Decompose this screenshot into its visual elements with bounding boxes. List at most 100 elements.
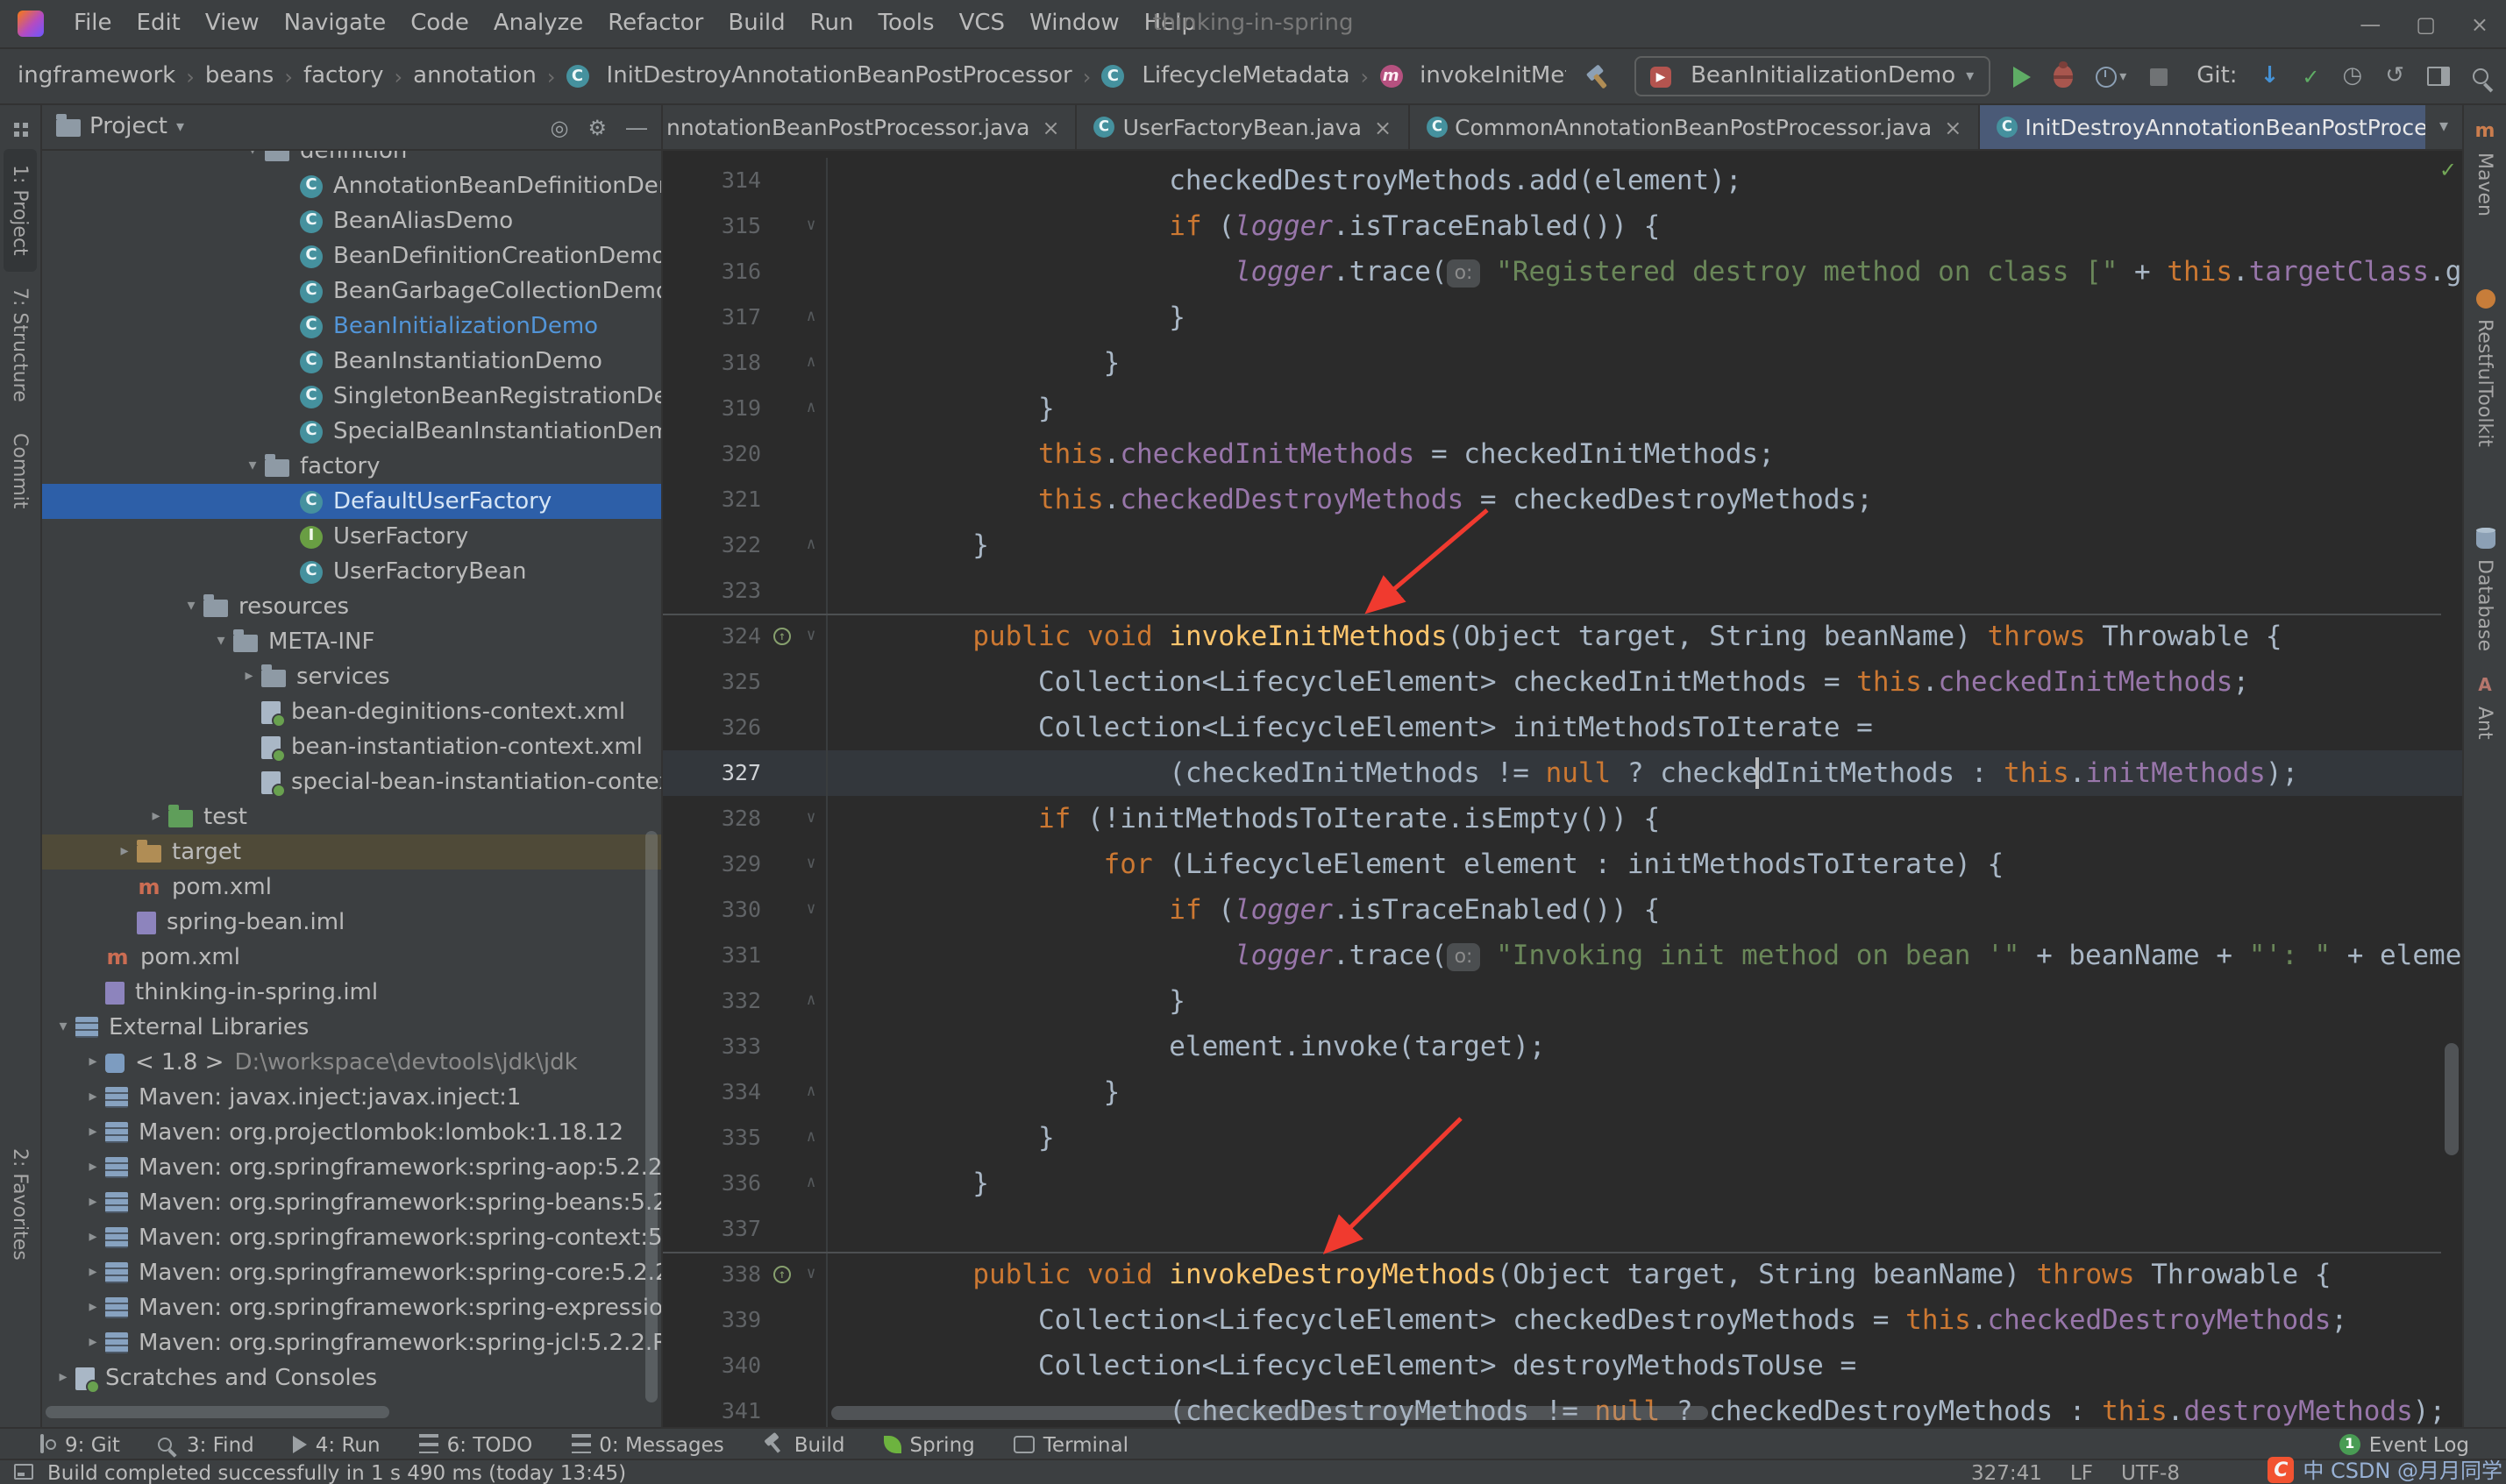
toolwindow-button-9-git[interactable]: 9: Git (14, 1431, 139, 1456)
editor-tab-initdestroyannotationbeanpostprocessor-java[interactable]: CInitDestroyAnnotationBeanPostProcessor.… (1979, 105, 2425, 149)
tree-item-definition[interactable]: ▾definition (42, 151, 661, 168)
code-line-327[interactable]: 327 (checkedInitMethods != null ? checke… (663, 750, 2462, 796)
tree-item-singletonbeanregistrationdemo[interactable]: CSingletonBeanRegistrationDemo (42, 379, 661, 414)
toolwindow-button-4-run[interactable]: 4: Run (274, 1431, 400, 1456)
line-number[interactable]: 337 (663, 1206, 768, 1252)
maximize-button[interactable]: ▢ (2416, 11, 2436, 36)
tree-chevron[interactable]: ▸ (81, 1089, 105, 1106)
tree-chevron[interactable]: ▸ (81, 1299, 105, 1317)
fold-marker[interactable]: ∨ (796, 203, 828, 249)
menu-vcs[interactable]: VCS (947, 9, 1017, 39)
code-line-314[interactable]: 314 checkedDestroyMethods.add(element); (663, 158, 2462, 203)
code-line-319[interactable]: 319∧ } (663, 386, 2462, 431)
code-line-340[interactable]: 340 Collection<LifecycleElement> destroy… (663, 1343, 2462, 1388)
line-number[interactable]: 317 (663, 295, 768, 340)
tool-button-2-favorites[interactable]: 2: Favorites (4, 1133, 37, 1276)
code-line-330[interactable]: 330∨ if (logger.isTraceEnabled()) { (663, 887, 2462, 933)
fold-marker[interactable]: ∨ (796, 614, 828, 659)
tree-chevron[interactable]: ▾ (209, 633, 233, 650)
tree-item-scratches-and-consoles[interactable]: ▸Scratches and Consoles (42, 1360, 661, 1395)
line-number[interactable]: 332 (663, 978, 768, 1024)
run-config-selector[interactable]: ▶ BeanInitializationDemo ▾ (1634, 56, 1990, 96)
tree-item-services[interactable]: ▸services (42, 659, 661, 694)
tree-chevron[interactable]: ▸ (81, 1159, 105, 1176)
tree-item-1-8[interactable]: ▸< 1.8 >D:\workspace\devtools\jdk\jdk (42, 1045, 661, 1080)
update-project-button[interactable]: ↓ (2260, 65, 2280, 88)
code-line-328[interactable]: 328∨ if (!initMethodsToIterate.isEmpty()… (663, 796, 2462, 841)
fold-marker[interactable]: ∨ (796, 796, 828, 841)
layout-button[interactable] (2427, 67, 2450, 86)
tool-button-commit[interactable]: Commit (4, 417, 37, 524)
code-line-333[interactable]: 333 element.invoke(target); (663, 1024, 2462, 1069)
line-number[interactable]: 334 (663, 1069, 768, 1115)
line-separator[interactable]: LF (2070, 1460, 2093, 1484)
code-line-335[interactable]: 335∧ } (663, 1115, 2462, 1161)
line-number[interactable]: 326 (663, 705, 768, 750)
tree-item-maven-org-projectlombok-lombok-1-18-12[interactable]: ▸Maven: org.projectlombok:lombok:1.18.12 (42, 1115, 661, 1150)
tool-button-1-project[interactable]: 1: Project (4, 149, 37, 272)
tree-chevron[interactable]: ▾ (240, 151, 265, 160)
code-line-326[interactable]: 326 Collection<LifecycleElement> initMet… (663, 705, 2462, 750)
tree-item-beanaliasdemo[interactable]: CBeanAliasDemo (42, 203, 661, 238)
breadcrumb-invokeinitmethods[interactable]: minvokeInitMethods (1379, 63, 1566, 89)
toolwindow-button-3-find[interactable]: 3: Find (139, 1431, 274, 1456)
fold-marker[interactable]: ∧ (796, 1161, 828, 1206)
menu-code[interactable]: Code (398, 9, 481, 39)
line-number[interactable]: 335 (663, 1115, 768, 1161)
tree-item-special-bean-instantiation-context-xml[interactable]: special-bean-instantiation-context.xml (42, 764, 661, 799)
code-editor[interactable]: 314 checkedDestroyMethods.add(element);3… (663, 151, 2462, 1427)
tree-item-test[interactable]: ▸test (42, 799, 661, 834)
tool-button-maven[interactable]: mMaven (2468, 119, 2502, 220)
code-line-332[interactable]: 332∧ } (663, 978, 2462, 1024)
menu-run[interactable]: Run (798, 9, 866, 39)
editor-tab-nnotationbeanpostprocessor-java[interactable]: nnotationBeanPostProcessor.java× (663, 105, 1078, 149)
tree-item-maven-org-springframework-spring-beans-5-2-2-release[interactable]: ▸Maven: org.springframework:spring-beans… (42, 1185, 661, 1220)
tree-chevron[interactable]: ▸ (81, 1264, 105, 1282)
code-line-331[interactable]: 331 logger.trace(o: "Invoking init metho… (663, 933, 2462, 978)
tree-chevron[interactable]: ▸ (81, 1124, 105, 1141)
project-horizontal-scrollbar[interactable] (46, 1406, 389, 1418)
tree-item-bean-deginitions-context-xml[interactable]: bean-deginitions-context.xml (42, 694, 661, 729)
tree-item-bean-instantiation-context-xml[interactable]: bean-instantiation-context.xml (42, 729, 661, 764)
menu-navigate[interactable]: Navigate (272, 9, 399, 39)
tree-chevron[interactable]: ▸ (81, 1194, 105, 1211)
line-number[interactable]: 324 (663, 614, 768, 659)
menu-window[interactable]: Window (1017, 9, 1132, 39)
line-number[interactable]: 314 (663, 158, 768, 203)
menu-analyze[interactable]: Analyze (481, 9, 595, 39)
debug-button[interactable] (2053, 65, 2072, 88)
fold-marker[interactable]: ∨ (796, 887, 828, 933)
code-line-338[interactable]: 338↑∨ public void invokeDestroyMethods(O… (663, 1252, 2462, 1297)
line-number[interactable]: 329 (663, 841, 768, 887)
tree-item-beaninstantiationdemo[interactable]: CBeanInstantiationDemo (42, 344, 661, 379)
fold-marker[interactable]: ∧ (796, 1115, 828, 1161)
line-number[interactable]: 340 (663, 1343, 768, 1388)
breadcrumb-lifecyclemetadata[interactable]: CLifecycleMetadata (1101, 63, 1349, 89)
code-line-322[interactable]: 322∧ } (663, 522, 2462, 568)
fold-marker[interactable]: ∧ (796, 978, 828, 1024)
line-number[interactable]: 331 (663, 933, 768, 978)
tree-item-factory[interactable]: ▾factory (42, 449, 661, 484)
minimize-button[interactable]: — (2360, 11, 2381, 36)
line-number[interactable]: 327 (663, 750, 768, 796)
breadcrumb-factory[interactable]: factory (303, 63, 384, 89)
tree-item-specialbeaninstantiationdemo[interactable]: CSpecialBeanInstantiationDemo (42, 414, 661, 449)
line-number[interactable]: 341 (663, 1388, 768, 1427)
toolwindow-button-spring[interactable]: Spring (865, 1431, 994, 1456)
fold-marker[interactable]: ∧ (796, 1069, 828, 1115)
code-line-320[interactable]: 320 this.checkedInitMethods = checkedIni… (663, 431, 2462, 477)
locate-file-icon[interactable]: ◎ (551, 115, 569, 139)
code-line-334[interactable]: 334∧ } (663, 1069, 2462, 1115)
tool-button-ant[interactable]: AAnt (2468, 677, 2502, 743)
tree-item-pom-xml[interactable]: mpom.xml (42, 940, 661, 975)
override-gutter-icon[interactable]: ↑ (768, 614, 796, 659)
run-with-coverage-button[interactable]: ▾ (2095, 66, 2126, 87)
commit-button[interactable]: ✓ (2302, 66, 2319, 87)
toolwindow-button-event-log[interactable]: 1Event Log (2320, 1431, 2488, 1456)
line-number[interactable]: 338 (663, 1252, 768, 1297)
breadcrumb-ingframework[interactable]: ingframework (18, 63, 175, 89)
tree-chevron[interactable]: ▸ (81, 1054, 105, 1071)
line-number[interactable]: 321 (663, 477, 768, 522)
tab-close-icon[interactable]: × (1374, 115, 1392, 139)
tree-item-maven-org-springframework-spring-core-5-2-2-release[interactable]: ▸Maven: org.springframework:spring-core:… (42, 1255, 661, 1290)
